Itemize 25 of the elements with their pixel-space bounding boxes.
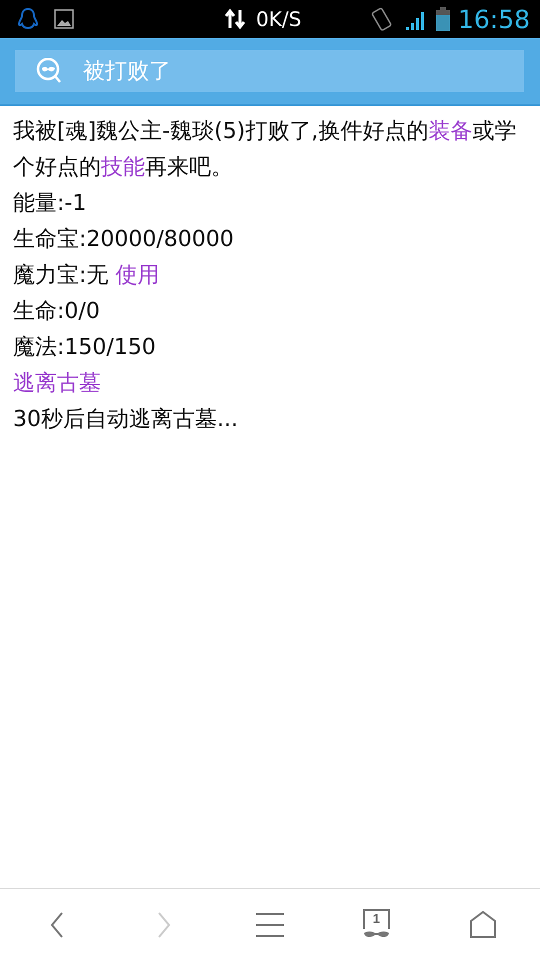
image-icon (54, 9, 74, 29)
chevron-left-icon (50, 910, 64, 938)
message-text: 魔法:150/150 (13, 334, 157, 362)
chevron-right-icon (156, 910, 171, 938)
tabs-button[interactable]: 1 (356, 904, 396, 944)
clock: 16:58 (458, 4, 530, 34)
message-text: 30秒后自动逃离古墓... (13, 406, 239, 434)
penguin-icon (18, 7, 38, 31)
message-text: 生命宝:20000/80000 (13, 226, 235, 254)
tab-count: 1 (372, 912, 381, 926)
page-title: 被打败了 (83, 58, 171, 86)
sync-icon (224, 8, 246, 30)
message-text: 我被[魂]魏公主-魏琰(5)打败了,换件好点的装备或学个好点的技能再来吧。 (13, 118, 518, 182)
home-icon (468, 910, 497, 938)
message-text: 魔力宝:无 使用 (13, 262, 160, 290)
menu-icon (254, 912, 285, 938)
text-link[interactable]: 技能 (101, 155, 145, 180)
network-speed: 0K/S (256, 7, 302, 31)
message-text: 能量:-1 (13, 190, 88, 218)
text-link[interactable]: 逃离古墓 (13, 371, 101, 396)
battery-icon (436, 7, 450, 31)
text-link[interactable]: 使用 (115, 263, 160, 288)
text-link[interactable]: 装备 (428, 119, 472, 144)
vibrate-icon (370, 6, 394, 32)
message-text: 生命:0/0 (13, 298, 101, 326)
